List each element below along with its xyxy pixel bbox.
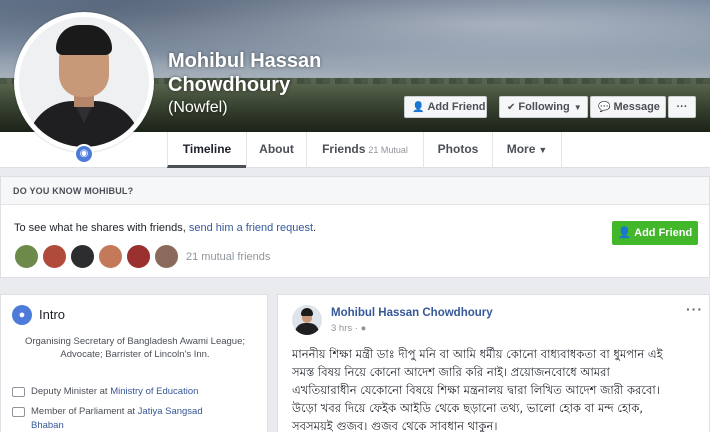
timeline-post: Mohibul Hassan Chowdhoury 3 hrs · ● ··· … [277, 294, 710, 432]
add-friend-button[interactable]: 👤 Add Friend [404, 96, 487, 118]
tab-timeline[interactable]: Timeline [167, 132, 246, 168]
chevron-down-icon: ▼ [573, 103, 582, 112]
work-1-prefix: Deputy Minister at [31, 386, 111, 397]
do-you-know-heading: DO YOU KNOW MOHIBUL? [1, 177, 709, 205]
prompt-period: . [313, 222, 317, 234]
post-options-button[interactable]: ··· [686, 301, 703, 317]
mutual-friend-avatar[interactable] [13, 243, 40, 270]
shield-icon[interactable]: ◉ [74, 144, 94, 164]
tab-friends-label: Friends [322, 142, 366, 156]
briefcase-icon [12, 407, 25, 417]
mutual-friend-avatar[interactable] [125, 243, 152, 270]
tab-timeline-label: Timeline [182, 142, 232, 156]
tab-friends-count: 21 Mutual [368, 145, 408, 155]
intro-title: Intro [39, 307, 66, 322]
tab-friends[interactable]: Friends 21 Mutual [306, 132, 423, 168]
add-friend-green-label: Add Friend [634, 227, 693, 239]
intro-work-1: Deputy Minister at Ministry of Education [31, 386, 198, 397]
more-options-button[interactable]: ··· [668, 96, 696, 118]
check-icon: ✔ [507, 102, 516, 113]
friend-request-prompt: To see what he shares with friends, send… [14, 222, 316, 234]
tab-more[interactable]: More ▼ [492, 132, 562, 168]
tab-about-label: About [259, 142, 294, 156]
more-options-label: ··· [676, 101, 688, 113]
following-button[interactable]: ✔ Following ▼ [499, 96, 588, 118]
messenger-icon: 💬 [598, 102, 611, 113]
message-label: Message [613, 101, 660, 113]
add-friend-label: Add Friend [427, 101, 486, 113]
avatar-hair [56, 25, 112, 55]
avatar-hair [301, 308, 313, 316]
profile-name-line1[interactable]: Mohibul Hassan [168, 50, 321, 73]
add-friend-icon: 👤 [617, 227, 632, 239]
post-author-avatar[interactable] [292, 305, 322, 335]
prompt-text: To see what he shares with friends, [14, 222, 189, 234]
intro-bio: Organising Secretary of Bangladesh Awami… [24, 336, 246, 360]
globe-icon: ● [360, 323, 367, 334]
mutual-friend-avatar[interactable] [97, 243, 124, 270]
add-friend-icon: 👤 [412, 102, 425, 113]
post-body-text: মাননীয় শিক্ষা মন্ত্রী ডাঃ দীপু মনি বা আ… [292, 347, 663, 432]
profile-photo [19, 17, 149, 147]
mutual-friend-avatar[interactable] [69, 243, 96, 270]
tab-photos[interactable]: Photos [423, 132, 492, 168]
work-2-prefix: Member of Parliament at [31, 406, 138, 417]
post-author-name[interactable]: Mohibul Hassan Chowdhoury [331, 307, 493, 319]
profile-picture[interactable] [14, 12, 154, 152]
intro-card: ● Intro Organising Secretary of Banglade… [0, 294, 268, 432]
following-label: Following [518, 101, 570, 113]
post-time-text: 3 hrs · [331, 323, 358, 334]
post-timestamp[interactable]: 3 hrs · ● [331, 323, 366, 334]
add-friend-green-button[interactable]: 👤 Add Friend [612, 221, 698, 245]
intro-work-2: Member of Parliament at Jatiya Sangsad [31, 406, 203, 417]
intro-work-2-cont: Bhaban [31, 420, 64, 431]
tab-about[interactable]: About [246, 132, 306, 168]
mutual-friend-avatar[interactable] [41, 243, 68, 270]
profile-name-line2[interactable]: Chowdhoury [168, 74, 290, 97]
do-you-know-card: DO YOU KNOW MOHIBUL? To see what he shar… [0, 176, 710, 278]
send-friend-request-link[interactable]: send him a friend request [189, 222, 313, 234]
caret-down-icon: ▼ [538, 145, 548, 155]
tab-more-label: More [506, 142, 536, 156]
parliament-link-cont[interactable]: Bhaban [31, 420, 64, 431]
profile-alternate-name: (Nowfel) [168, 99, 228, 116]
ministry-link[interactable]: Ministry of Education [110, 386, 198, 397]
globe-icon: ● [12, 305, 32, 325]
briefcase-icon [12, 387, 25, 397]
mutual-friends-count[interactable]: 21 mutual friends [186, 251, 270, 263]
message-button[interactable]: 💬 Message [590, 96, 666, 118]
avatar-suit [295, 323, 319, 335]
parliament-link[interactable]: Jatiya Sangsad [138, 406, 203, 417]
tab-photos-label: Photos [437, 142, 479, 156]
mutual-friend-avatar[interactable] [153, 243, 180, 270]
